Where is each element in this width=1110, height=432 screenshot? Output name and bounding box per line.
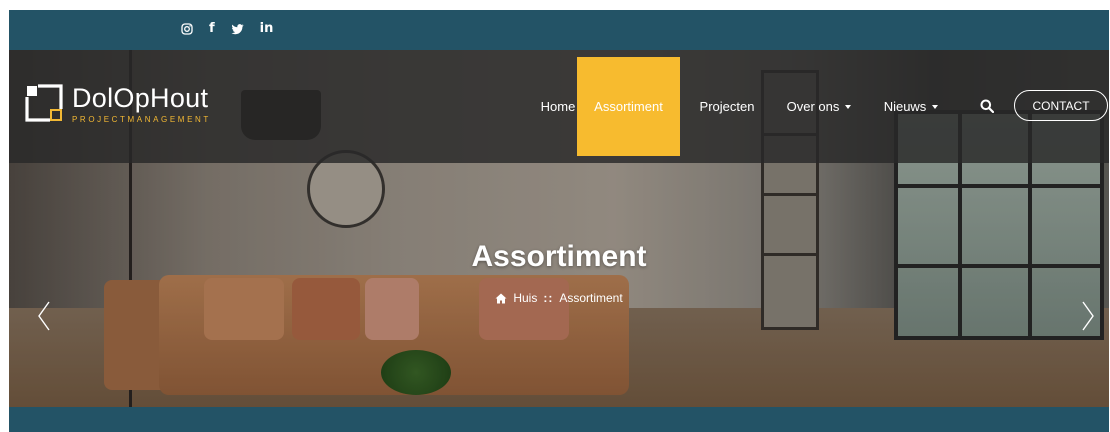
search-icon[interactable] xyxy=(980,98,995,117)
logo-subtitle: PROJECTMANAGEMENT xyxy=(72,115,211,124)
logo-name: DolOpHout xyxy=(72,83,209,113)
facebook-icon[interactable]: f xyxy=(209,21,215,37)
chevron-down-icon xyxy=(932,104,939,109)
logo-icon xyxy=(24,83,64,123)
twitter-icon[interactable] xyxy=(231,23,244,35)
nav-item-over-ons[interactable]: Over ons xyxy=(774,57,864,156)
nav-item-assortiment[interactable]: Assortiment xyxy=(577,57,680,156)
breadcrumb-separator: :: xyxy=(543,291,554,305)
nav-item-label: Home xyxy=(540,99,576,114)
chevron-right-icon[interactable] xyxy=(1081,300,1095,336)
nav-item-label: Projecten xyxy=(699,99,755,114)
top-social-bar: f in xyxy=(9,10,1109,50)
page-title: Assortiment xyxy=(471,240,647,273)
breadcrumb-home[interactable]: Huis xyxy=(513,291,537,305)
instagram-icon[interactable] xyxy=(181,23,193,35)
site-logo[interactable]: DolOpHout PROJECTMANAGEMENT xyxy=(24,83,211,124)
linkedin-icon[interactable]: in xyxy=(260,21,274,37)
chevron-left-icon[interactable] xyxy=(37,300,51,336)
nav-item-label: Assortiment xyxy=(594,99,663,114)
chevron-down-icon xyxy=(845,104,852,109)
nav-item-label: Over ons xyxy=(786,99,840,114)
bottom-bar xyxy=(9,407,1109,432)
nav-item-nieuws[interactable]: Nieuws xyxy=(871,57,951,156)
breadcrumb-current: Assortiment xyxy=(559,291,623,305)
home-icon xyxy=(495,293,507,303)
contact-button[interactable]: CONTACT xyxy=(1014,90,1108,121)
nav-item-label: Nieuws xyxy=(883,99,927,114)
nav-item-projecten[interactable]: Projecten xyxy=(687,57,767,156)
main-navbar: DolOpHout PROJECTMANAGEMENT Home Assorti… xyxy=(9,50,1109,163)
page-frame: f in DolOpHout PROJECTMANAGEMENT Home As… xyxy=(9,10,1109,432)
breadcrumb: Huis :: Assortiment xyxy=(9,291,1109,305)
social-links: f in xyxy=(181,21,273,37)
